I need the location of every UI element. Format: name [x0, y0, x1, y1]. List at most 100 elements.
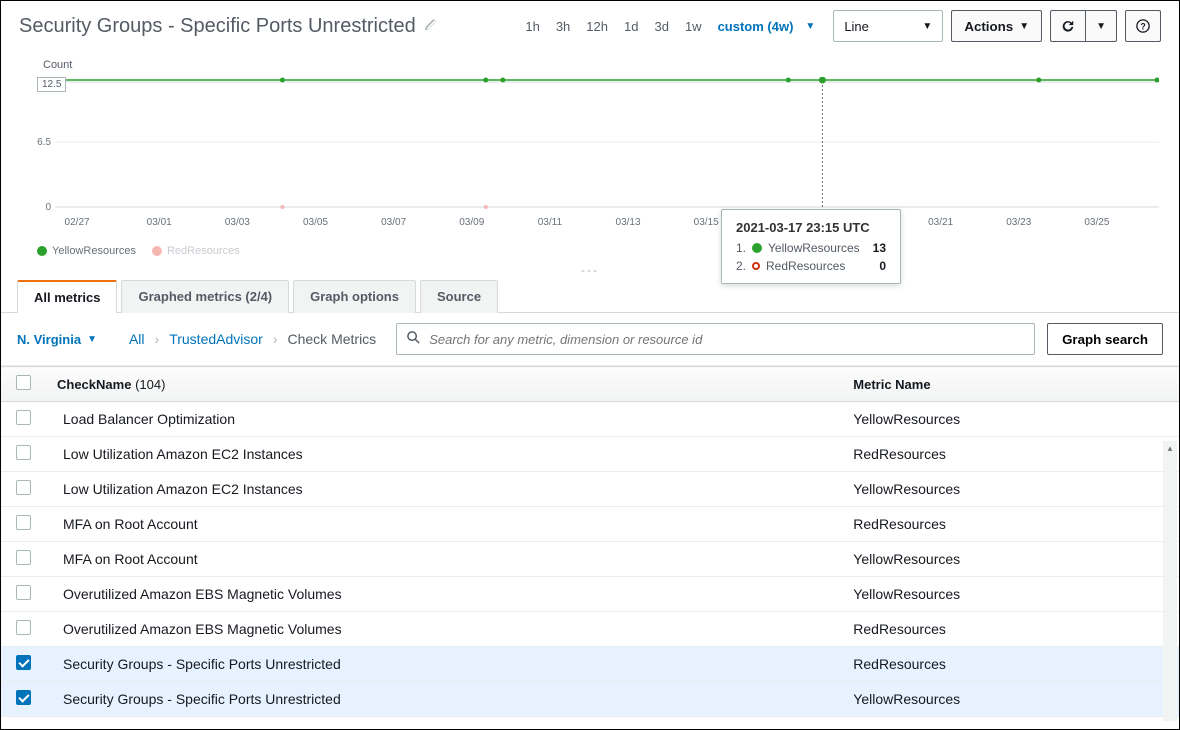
- edit-title-icon[interactable]: [424, 18, 438, 35]
- chart-hover-badge: 12.5: [37, 77, 66, 92]
- legend-label: RedResources: [167, 245, 240, 257]
- chart-type-value: Line: [844, 19, 869, 34]
- breadcrumb: All › TrustedAdvisor › Check Metrics: [129, 331, 376, 347]
- table-row[interactable]: Low Utilization Amazon EC2 InstancesYell…: [1, 472, 1179, 507]
- row-checkbox[interactable]: [16, 445, 31, 460]
- svg-text:03/25: 03/25: [1084, 217, 1109, 228]
- cell-check-name: Security Groups - Specific Ports Unrestr…: [45, 647, 841, 682]
- tooltip-series-name: YellowResources: [768, 241, 860, 255]
- tooltip-dot-icon: [752, 243, 762, 253]
- actions-button[interactable]: Actions ▼: [951, 10, 1042, 42]
- refresh-button-group: ▼: [1050, 10, 1117, 42]
- cell-check-name: MFA on Root Account: [45, 542, 841, 577]
- svg-text:03/09: 03/09: [459, 217, 484, 228]
- cell-metric-name: YellowResources: [841, 402, 1179, 437]
- chart-svg: 6.5 0 02/27 03/01 03/03 03/05 03/07: [37, 77, 1159, 237]
- svg-text:02/27: 02/27: [65, 217, 90, 228]
- graph-search-button[interactable]: Graph search: [1047, 323, 1163, 355]
- svg-text:03/13: 03/13: [616, 217, 641, 228]
- time-range-selector: 1h 3h 12h 1d 3d 1w custom (4w) ▼: [519, 17, 821, 36]
- svg-text:03/07: 03/07: [381, 217, 406, 228]
- svg-text:?: ?: [1140, 22, 1145, 32]
- svg-text:0: 0: [45, 202, 51, 213]
- page-header: Security Groups - Specific Ports Unrestr…: [1, 1, 1179, 49]
- page-title: Security Groups - Specific Ports Unrestr…: [19, 15, 416, 38]
- row-checkbox[interactable]: [16, 410, 31, 425]
- filter-bar: N. Virginia ▼ All › TrustedAdvisor › Che…: [1, 313, 1179, 366]
- chart-area: Count 12.5 6.5 0: [1, 49, 1179, 257]
- tab-all-metrics[interactable]: All metrics: [17, 280, 117, 313]
- chart-tooltip: 2021-03-17 23:15 UTC 1. YellowResources …: [721, 209, 901, 284]
- breadcrumb-trustedadvisor[interactable]: TrustedAdvisor: [169, 331, 263, 347]
- cell-check-name: MFA on Root Account: [45, 507, 841, 542]
- header-checkbox-cell: [1, 367, 45, 402]
- search-wrap: [396, 323, 1035, 355]
- metrics-table: CheckName (104) Metric Name Load Balance…: [1, 366, 1179, 717]
- svg-text:6.5: 6.5: [37, 137, 51, 148]
- svg-text:03/01: 03/01: [147, 217, 172, 228]
- row-checkbox[interactable]: [16, 690, 31, 705]
- refresh-icon: [1061, 19, 1075, 33]
- chevron-down-icon: ▼: [87, 334, 97, 345]
- legend-item-yellow[interactable]: YellowResources: [37, 245, 136, 257]
- resize-handle[interactable]: ---: [1, 263, 1179, 277]
- scroll-up-icon[interactable]: ▴: [1163, 441, 1177, 455]
- row-checkbox[interactable]: [16, 655, 31, 670]
- time-range-1w[interactable]: 1w: [679, 17, 708, 36]
- breadcrumb-current: Check Metrics: [288, 331, 377, 347]
- table-row[interactable]: Security Groups - Specific Ports Unrestr…: [1, 647, 1179, 682]
- cell-metric-name: YellowResources: [841, 577, 1179, 612]
- table-row[interactable]: Low Utilization Amazon EC2 InstancesRedR…: [1, 437, 1179, 472]
- select-all-checkbox[interactable]: [16, 375, 31, 390]
- time-range-1d[interactable]: 1d: [618, 17, 644, 36]
- search-input[interactable]: [396, 323, 1035, 355]
- cell-check-name: Load Balancer Optimization: [45, 402, 841, 437]
- table-row[interactable]: MFA on Root AccountRedResources: [1, 507, 1179, 542]
- time-range-1h[interactable]: 1h: [519, 17, 545, 36]
- tooltip-dot-icon: [752, 262, 760, 270]
- tab-graphed-metrics[interactable]: Graphed metrics (2/4): [121, 280, 289, 313]
- tooltip-idx: 2.: [736, 259, 746, 273]
- region-label: N. Virginia: [17, 332, 81, 347]
- row-checkbox[interactable]: [16, 550, 31, 565]
- cell-check-name: Overutilized Amazon EBS Magnetic Volumes: [45, 577, 841, 612]
- tab-source[interactable]: Source: [420, 280, 498, 313]
- table-row[interactable]: Load Balancer OptimizationYellowResource…: [1, 402, 1179, 437]
- legend-item-red[interactable]: RedResources: [152, 245, 240, 257]
- table-row[interactable]: Overutilized Amazon EBS Magnetic Volumes…: [1, 577, 1179, 612]
- chart-type-select[interactable]: Line ▼: [833, 10, 943, 42]
- tooltip-series-name: RedResources: [766, 259, 845, 273]
- table-row[interactable]: MFA on Root AccountYellowResources: [1, 542, 1179, 577]
- row-checkbox[interactable]: [16, 585, 31, 600]
- header-check-name[interactable]: CheckName (104): [45, 367, 841, 402]
- header-metric-name[interactable]: Metric Name: [841, 367, 1179, 402]
- cell-metric-name: YellowResources: [841, 472, 1179, 507]
- svg-text:03/21: 03/21: [928, 217, 953, 228]
- chart-ylabel: Count: [43, 59, 1159, 71]
- time-range-12h[interactable]: 12h: [580, 17, 614, 36]
- breadcrumb-all[interactable]: All: [129, 331, 145, 347]
- time-range-caret-icon[interactable]: ▼: [799, 19, 821, 34]
- cell-metric-name: RedResources: [841, 507, 1179, 542]
- help-button[interactable]: ?: [1125, 10, 1161, 42]
- legend-label: YellowResources: [52, 245, 136, 257]
- refresh-options-button[interactable]: ▼: [1086, 10, 1117, 42]
- table-row[interactable]: Security Groups - Specific Ports Unrestr…: [1, 682, 1179, 717]
- time-range-3h[interactable]: 3h: [550, 17, 576, 36]
- tabs: All metrics Graphed metrics (2/4) Graph …: [1, 279, 1179, 313]
- refresh-caret-icon: ▼: [1096, 21, 1106, 32]
- region-select[interactable]: N. Virginia ▼: [17, 332, 97, 347]
- row-checkbox[interactable]: [16, 515, 31, 530]
- refresh-button[interactable]: [1050, 10, 1086, 42]
- cell-metric-name: RedResources: [841, 647, 1179, 682]
- tab-graph-options[interactable]: Graph options: [293, 280, 416, 313]
- time-range-custom[interactable]: custom (4w): [712, 17, 800, 36]
- row-checkbox[interactable]: [16, 620, 31, 635]
- table-row[interactable]: Overutilized Amazon EBS Magnetic Volumes…: [1, 612, 1179, 647]
- tooltip-row: 2. RedResources 0: [736, 259, 886, 273]
- row-checkbox[interactable]: [16, 480, 31, 495]
- scrollbar[interactable]: ▴: [1163, 441, 1177, 721]
- time-range-3d[interactable]: 3d: [648, 17, 674, 36]
- chart-plot[interactable]: 12.5 6.5 0 02/27: [37, 77, 1159, 237]
- table-header-row: CheckName (104) Metric Name: [1, 367, 1179, 402]
